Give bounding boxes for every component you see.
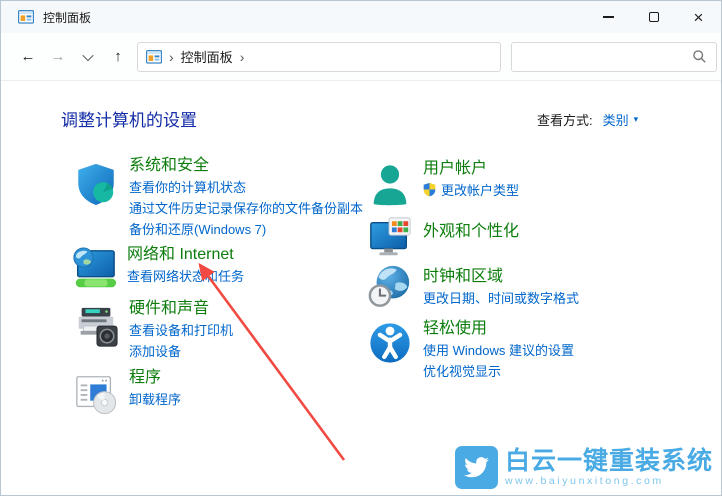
bird-logo-icon: [454, 446, 498, 489]
minimize-icon: [603, 16, 614, 18]
category-link[interactable]: 使用 Windows 建议的设置: [423, 341, 672, 361]
watermark-text: 白云一键重装系统 www.baiyunxitong.com: [505, 448, 713, 487]
category-link[interactable]: 查看网络状态和任务: [127, 267, 376, 287]
breadcrumb-control-panel-icon: [146, 49, 163, 65]
chevron-down-icon: [82, 49, 94, 61]
uac-shield-icon: [423, 182, 436, 197]
personalization-icon[interactable]: [367, 215, 413, 261]
view-by-control: 查看方式: 类别 ▾: [537, 110, 638, 129]
ease-of-access-icon[interactable]: [367, 320, 413, 366]
category-title-link[interactable]: 用户帐户: [423, 158, 672, 180]
dropdown-arrow-icon: ▾: [633, 114, 639, 124]
address-bar[interactable]: › 控制面板 ›: [137, 41, 501, 72]
category-link[interactable]: 优化视觉显示: [423, 362, 672, 382]
breadcrumb-chevron-icon: ›: [169, 48, 174, 65]
clock-region-icon[interactable]: [367, 264, 413, 310]
category-appearance-personalization: 外观和个性化: [367, 217, 672, 256]
category-hardware-sound: 硬件和声音 查看设备和打印机 添加设备: [73, 298, 378, 362]
titlebar: 控制面板 ×: [1, 1, 721, 33]
category-programs: 程序 卸载程序: [73, 367, 378, 415]
maximize-icon: [648, 12, 659, 22]
category-link[interactable]: 更改帐户类型: [423, 181, 672, 201]
forward-button[interactable]: →: [43, 42, 73, 72]
control-panel-icon: [18, 9, 35, 25]
category-title-link[interactable]: 系统和安全: [129, 155, 378, 177]
search-input[interactable]: [521, 49, 692, 64]
breadcrumb-item-control-panel[interactable]: 控制面板: [181, 47, 233, 66]
watermark-url: www.baiyunxitong.com: [504, 475, 664, 487]
search-icon: [692, 49, 707, 64]
back-button[interactable]: ←: [13, 42, 43, 72]
view-by-dropdown[interactable]: 类别: [603, 110, 629, 129]
window-controls: ×: [586, 1, 721, 33]
minimize-button[interactable]: [586, 1, 631, 33]
programs-disc-icon[interactable]: [73, 371, 119, 417]
close-icon: ×: [693, 7, 704, 27]
control-panel-window: 控制面板 × ← → ↑ › 控制面板 › 调整计算机的设置 查看方式: 类别 …: [0, 0, 722, 496]
control-panel-home: 调整计算机的设置 查看方式: 类别 ▾ 系统和安全 查看你的计算机状态 通过文件…: [1, 82, 721, 495]
category-user-accounts: 用户帐户 更改帐户类型: [367, 158, 672, 206]
recent-locations-button[interactable]: [73, 42, 103, 72]
category-link[interactable]: 卸载程序: [129, 390, 378, 410]
category-ease-of-access: 轻松使用 使用 Windows 建议的设置 优化视觉显示: [367, 318, 672, 382]
category-title-link[interactable]: 硬件和声音: [129, 298, 378, 320]
view-by-label: 查看方式:: [537, 113, 593, 128]
breadcrumb-chevron-icon: ›: [239, 48, 245, 65]
category-link[interactable]: 更改日期、时间或数字格式: [423, 289, 672, 309]
category-clock-region: 时钟和区域 更改日期、时间或数字格式: [367, 264, 672, 310]
page-title: 调整计算机的设置: [61, 111, 197, 130]
category-title-link[interactable]: 程序: [129, 367, 378, 389]
maximize-button[interactable]: [631, 1, 676, 33]
category-title-link[interactable]: 时钟和区域: [423, 266, 672, 288]
printer-sound-icon[interactable]: [73, 304, 119, 350]
security-shield-icon[interactable]: [73, 161, 119, 207]
category-network-internet: 网络和 Internet 查看网络状态和任务: [71, 244, 376, 288]
window-title: 控制面板: [43, 10, 92, 25]
category-link[interactable]: 查看设备和打印机: [129, 321, 378, 341]
category-title-link[interactable]: 轻松使用: [423, 318, 672, 340]
category-link[interactable]: 查看你的计算机状态: [129, 178, 378, 198]
category-link[interactable]: 通过文件历史记录保存你的文件备份副本: [129, 199, 378, 219]
category-system-security: 系统和安全 查看你的计算机状态 通过文件历史记录保存你的文件备份副本 备份和还原…: [73, 155, 378, 240]
network-monitor-icon[interactable]: [71, 246, 117, 292]
watermark: 白云一键重装系统 www.baiyunxitong.com: [454, 446, 713, 489]
up-button[interactable]: ↑: [103, 42, 133, 72]
category-link[interactable]: 添加设备: [129, 342, 378, 362]
user-account-icon[interactable]: [367, 162, 413, 208]
navigation-bar: ← → ↑ › 控制面板 ›: [1, 33, 721, 81]
category-link-label: 更改帐户类型: [441, 183, 520, 198]
search-box[interactable]: [511, 41, 717, 72]
close-button[interactable]: ×: [676, 1, 721, 33]
category-title-link[interactable]: 外观和个性化: [423, 221, 672, 243]
category-title-link[interactable]: 网络和 Internet: [127, 244, 376, 266]
watermark-title: 白云一键重装系统: [504, 447, 713, 475]
category-link[interactable]: 备份和还原(Windows 7): [129, 220, 378, 240]
